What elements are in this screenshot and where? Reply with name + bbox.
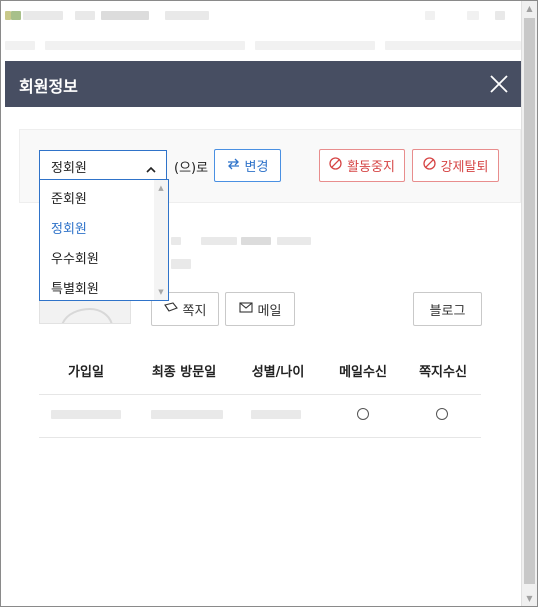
dropdown-scrollbar[interactable]: ▲ ▼: [154, 180, 168, 300]
change-button-label: 변경: [244, 160, 269, 175]
grade-option[interactable]: 준회원: [51, 188, 87, 207]
table-header-divider: [39, 394, 481, 395]
col-header-mail-consent: 메일수신: [339, 365, 387, 380]
col-header-message-consent: 쪽지수신: [419, 365, 467, 380]
ban-icon: [329, 157, 342, 174]
scroll-down-icon[interactable]: ▼: [522, 591, 537, 606]
grade-option[interactable]: 특별회원: [51, 278, 99, 297]
col-header-join-date: 가입일: [68, 365, 104, 380]
scroll-up-icon[interactable]: ▲: [522, 1, 537, 16]
col-header-gender-age: 성별/나이: [251, 365, 305, 380]
grade-option[interactable]: 우수회원: [51, 248, 99, 267]
scroll-up-icon[interactable]: ▲: [154, 182, 168, 194]
send-message-label: 쪽지: [182, 303, 207, 319]
send-mail-label: 메일: [257, 303, 282, 319]
message-icon: [163, 301, 178, 317]
send-mail-button[interactable]: 메일: [225, 292, 295, 326]
grade-select-value: 정회원: [51, 161, 87, 176]
message-consent-radio[interactable]: [436, 408, 448, 420]
blog-button-label: 블로그: [429, 303, 466, 319]
mail-consent-radio[interactable]: [357, 408, 369, 420]
chevron-up-icon: [145, 160, 157, 179]
modal-header: 회원정보: [5, 61, 521, 107]
grade-dropdown-list[interactable]: 준회원 정회원 우수회원 특별회원 ▲ ▼: [39, 179, 169, 301]
envelope-icon: [238, 301, 253, 317]
scroll-down-icon[interactable]: ▼: [154, 286, 168, 298]
col-header-last-visit: 최종 방문일: [151, 365, 217, 380]
browser-window: 회원정보 정회원 (으)로 변경 활동중지 강제탈퇴 쪽지 메일 블로그 가입일…: [0, 0, 538, 607]
table-row-divider: [39, 437, 481, 438]
swap-icon: [227, 158, 240, 174]
blurred-header-area: [5, 1, 521, 61]
window-scrollbar[interactable]: ▲ ▼: [521, 1, 537, 606]
kick-button[interactable]: 강제탈퇴: [412, 149, 499, 182]
ban-icon: [422, 157, 436, 174]
kick-button-label: 강제탈퇴: [440, 160, 489, 175]
grade-suffix-label: (으)로: [174, 161, 209, 176]
close-icon[interactable]: [487, 72, 511, 96]
grade-select[interactable]: 정회원: [39, 150, 167, 180]
suspend-button[interactable]: 활동중지: [319, 149, 405, 182]
blog-button[interactable]: 블로그: [413, 292, 482, 326]
modal-title: 회원정보: [19, 77, 78, 96]
change-button[interactable]: 변경: [214, 149, 281, 182]
grade-option-selected[interactable]: 정회원: [51, 218, 87, 237]
scrollbar-thumb[interactable]: [524, 18, 535, 584]
suspend-button-label: 활동중지: [347, 160, 395, 175]
